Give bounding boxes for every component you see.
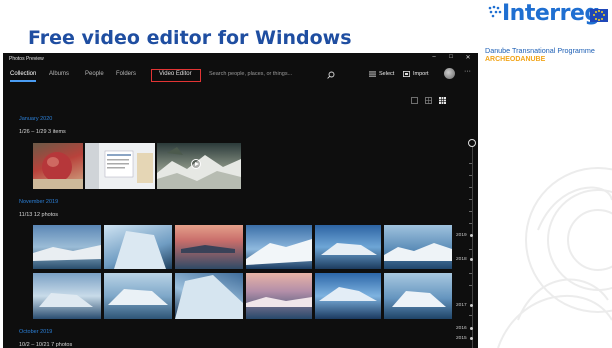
logo-brand: Interreg	[502, 1, 600, 26]
timeline-tick	[469, 315, 472, 316]
search-icon[interactable]	[327, 71, 335, 79]
select-icon[interactable]	[369, 71, 376, 77]
photo-thumbnail[interactable]	[384, 225, 452, 269]
logo-project: ARCHEODANUBE	[485, 56, 546, 63]
section-subheading-november-2019: 11/13 12 photos	[19, 212, 59, 218]
photo-thumbnail[interactable]	[104, 273, 172, 319]
slide-title: Free video editor for Windows	[28, 27, 352, 49]
tab-collection[interactable]: Collection	[10, 71, 36, 77]
view-large-icon[interactable]	[411, 97, 418, 104]
photo-thumbnail[interactable]	[33, 143, 83, 189]
timeline-tick	[469, 285, 472, 286]
timeline-dot	[470, 258, 473, 261]
timeline-year[interactable]: 2019	[456, 233, 467, 238]
screenshot-thumbnail[interactable]	[85, 143, 155, 189]
photos-app-window: Photos Preview – □ ✕ Collection Albums P…	[3, 53, 478, 348]
photo-thumbnail[interactable]	[33, 273, 101, 319]
nav-bar: Collection Albums People Folders Video E…	[3, 67, 478, 83]
photo-thumbnail[interactable]	[104, 225, 172, 269]
app-name: Photos Preview	[9, 56, 44, 62]
play-icon[interactable]	[191, 159, 201, 169]
search-input[interactable]: Search people, places, or things...	[209, 71, 292, 77]
timeline-handle[interactable]	[468, 139, 476, 147]
section-heading-october-2019: October 2019	[19, 329, 53, 335]
section-subheading-october-2019: 10/2 – 10/21 7 photos	[19, 342, 73, 348]
timeline-tick	[469, 163, 472, 164]
section-heading-november-2019: November 2019	[19, 199, 59, 205]
maximize-button[interactable]: □	[445, 54, 457, 60]
photo-thumbnail[interactable]	[246, 225, 312, 269]
timeline-tick	[469, 175, 472, 176]
tab-folders[interactable]: Folders	[116, 71, 136, 77]
timeline-dot	[470, 337, 473, 340]
title-bar: Photos Preview – □ ✕	[3, 53, 478, 65]
timeline-tick	[469, 273, 472, 274]
timeline-year[interactable]: 2018	[456, 257, 467, 262]
photo-thumbnail[interactable]	[175, 273, 243, 319]
timeline-tick	[469, 199, 472, 200]
timeline-year[interactable]: 2017	[456, 303, 467, 308]
timeline-tick	[469, 211, 472, 212]
view-medium-icon[interactable]	[425, 97, 432, 104]
timeline-dot	[470, 234, 473, 237]
photo-thumbnail[interactable]	[384, 273, 452, 319]
logo-programme: Danube Transnational Programme	[485, 46, 595, 55]
photo-thumbnail[interactable]	[175, 225, 243, 269]
close-button[interactable]: ✕	[462, 54, 474, 61]
timeline-dot	[470, 304, 473, 307]
timeline-tick	[469, 223, 472, 224]
section-subheading-january-2020: 1/26 – 1/29 3 items	[19, 129, 66, 135]
timeline-tick	[469, 187, 472, 188]
minimize-button[interactable]: –	[428, 54, 440, 60]
tab-video-editor[interactable]: Video Editor	[159, 71, 192, 77]
eu-flag-icon	[590, 9, 608, 22]
view-small-icon[interactable]	[439, 97, 446, 104]
photo-thumbnail[interactable]	[315, 273, 381, 319]
tab-albums[interactable]: Albums	[49, 71, 69, 77]
section-heading-january-2020: January 2020	[19, 116, 53, 122]
timeline-year[interactable]: 2016	[456, 326, 467, 331]
interreg-logo: Interreg Danube Transnational Programme …	[484, 1, 612, 71]
import-button[interactable]: Import	[413, 71, 429, 77]
avatar[interactable]	[444, 68, 455, 79]
active-tab-indicator	[10, 80, 36, 82]
more-options-button[interactable]: ···	[464, 68, 471, 75]
timeline-year[interactable]: 2015	[456, 336, 467, 341]
photo-thumbnail[interactable]	[33, 225, 101, 269]
photo-thumbnail[interactable]	[315, 225, 381, 269]
timeline-dot	[470, 327, 473, 330]
logo-stars-icon	[488, 5, 502, 18]
decorative-swirl	[497, 167, 612, 348]
photo-thumbnail[interactable]	[246, 273, 312, 319]
tab-people[interactable]: People	[85, 71, 104, 77]
search-box[interactable]: Search people, places, or things...	[207, 70, 339, 81]
import-icon[interactable]	[403, 71, 410, 77]
timeline-tick	[469, 249, 472, 250]
timeline-track[interactable]	[472, 141, 473, 348]
select-button[interactable]: Select	[379, 71, 394, 77]
